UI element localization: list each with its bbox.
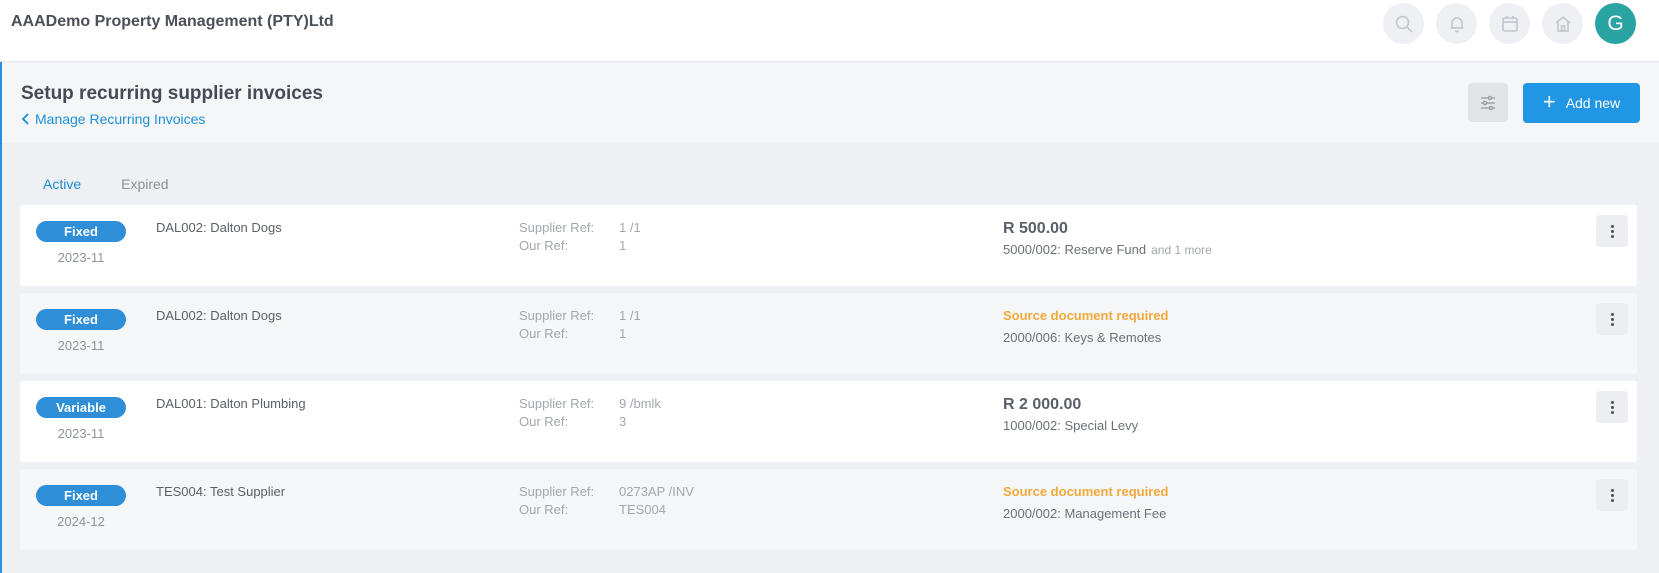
user-avatar[interactable]: G xyxy=(1595,3,1636,44)
kebab-dot xyxy=(1610,405,1614,409)
add-new-label: Add new xyxy=(1565,95,1621,111)
our-ref-value: 3 xyxy=(619,414,627,429)
kebab-dot xyxy=(1610,400,1614,404)
back-link-label: Manage Recurring Invoices xyxy=(35,111,206,127)
filter-button[interactable] xyxy=(1468,83,1508,122)
our-ref-label: Our Ref: xyxy=(519,238,569,253)
invoice-row[interactable]: Variable 2023-11 DAL001: Dalton Plumbing… xyxy=(20,381,1637,462)
kebab-dot xyxy=(1610,498,1614,502)
page-title: Setup recurring supplier invoices xyxy=(21,83,323,104)
kebab-dot xyxy=(1610,234,1614,238)
period: 2023-11 xyxy=(57,250,105,265)
account-name: 2000/006: Keys & Remotes xyxy=(1003,330,1162,345)
search-icon xyxy=(1395,15,1413,33)
more-accounts[interactable]: and 1 more xyxy=(1151,243,1212,257)
period: 2024-12 xyxy=(57,514,105,529)
kebab-dot xyxy=(1610,493,1614,497)
top-bar: AAADemo Property Management (PTY)Ltd G xyxy=(0,0,1659,62)
home-icon xyxy=(1554,15,1571,32)
source-document-warning: Source document required xyxy=(1003,308,1169,323)
supplier-ref-value: 0273AP /INV xyxy=(619,484,694,499)
top-icon-group: G xyxy=(1383,3,1636,44)
invoice-amount: R 500.00 xyxy=(1003,220,1068,237)
supplier-name: DAL002: Dalton Dogs xyxy=(156,308,282,323)
our-ref-label: Our Ref: xyxy=(519,414,569,429)
account-name: 1000/002: Special Levy xyxy=(1003,418,1139,433)
kebab-dot xyxy=(1610,410,1614,414)
source-document-warning: Source document required xyxy=(1003,484,1169,499)
invoice-row[interactable]: Fixed 2024-12 TES004: Test Supplier Supp… xyxy=(20,469,1637,550)
account-name: 2000/002: Management Fee xyxy=(1003,506,1167,521)
type-badge: Fixed xyxy=(36,309,126,330)
row-menu-button[interactable] xyxy=(1596,303,1628,335)
kebab-dot xyxy=(1610,224,1614,228)
supplier-ref-value: 1 /1 xyxy=(619,220,641,235)
account-name: 5000/002: Reserve Fund xyxy=(1003,242,1147,257)
supplier-ref-label: Supplier Ref: xyxy=(519,308,595,323)
home-button[interactable] xyxy=(1542,3,1583,44)
kebab-dot xyxy=(1610,488,1614,492)
supplier-ref-label: Supplier Ref: xyxy=(519,220,595,235)
kebab-dot xyxy=(1610,322,1614,326)
plus-icon: + xyxy=(1542,89,1556,114)
supplier-ref-value: 1 /1 xyxy=(619,308,641,323)
calendar-button[interactable] xyxy=(1489,3,1530,44)
sliders-icon xyxy=(1481,95,1495,110)
search-button[interactable] xyxy=(1383,3,1424,44)
chevron-left-icon xyxy=(21,113,29,125)
add-new-button[interactable]: + Add new xyxy=(1523,83,1640,123)
notifications-button[interactable] xyxy=(1436,3,1477,44)
kebab-dot xyxy=(1610,229,1614,233)
tab-expired[interactable]: Expired xyxy=(101,168,188,210)
our-ref-label: Our Ref: xyxy=(519,326,569,341)
our-ref-label: Our Ref: xyxy=(519,502,569,517)
company-name: AAADemo Property Management (PTY)Ltd xyxy=(11,13,334,30)
period: 2023-11 xyxy=(57,338,105,353)
row-menu-button[interactable] xyxy=(1596,479,1628,511)
supplier-ref-label: Supplier Ref: xyxy=(519,484,595,499)
invoice-row[interactable]: Fixed 2023-11 DAL002: Dalton Dogs Suppli… xyxy=(20,205,1637,286)
our-ref-value: 1 xyxy=(619,238,627,253)
back-link[interactable]: Manage Recurring Invoices xyxy=(21,111,205,127)
supplier-ref-label: Supplier Ref: xyxy=(519,396,595,411)
kebab-dot xyxy=(1610,317,1614,321)
page-header: Setup recurring supplier invoices Manage… xyxy=(2,63,1659,143)
tab-active[interactable]: Active xyxy=(23,168,102,210)
row-menu-button[interactable] xyxy=(1596,215,1628,247)
our-ref-value: TES004 xyxy=(619,502,666,517)
supplier-ref-value: 9 /bmlk xyxy=(619,396,661,411)
type-badge: Variable xyxy=(36,397,126,418)
row-menu-button[interactable] xyxy=(1596,391,1628,423)
bell-icon xyxy=(1450,16,1463,32)
invoice-row[interactable]: Fixed 2023-11 DAL002: Dalton Dogs Suppli… xyxy=(20,293,1637,374)
calendar-icon xyxy=(1501,15,1518,32)
supplier-name: DAL001: Dalton Plumbing xyxy=(156,396,306,411)
tab-bar: Active Expired xyxy=(23,168,189,210)
type-badge: Fixed xyxy=(36,221,126,242)
our-ref-value: 1 xyxy=(619,326,627,341)
account-line: 5000/002: Reserve Fund and 1 more xyxy=(1003,242,1212,257)
kebab-dot xyxy=(1610,312,1614,316)
type-badge: Fixed xyxy=(36,485,126,506)
supplier-name: DAL002: Dalton Dogs xyxy=(156,220,282,235)
supplier-name: TES004: Test Supplier xyxy=(156,484,286,499)
invoice-amount: R 2 000.00 xyxy=(1003,396,1082,413)
period: 2023-11 xyxy=(57,426,105,441)
